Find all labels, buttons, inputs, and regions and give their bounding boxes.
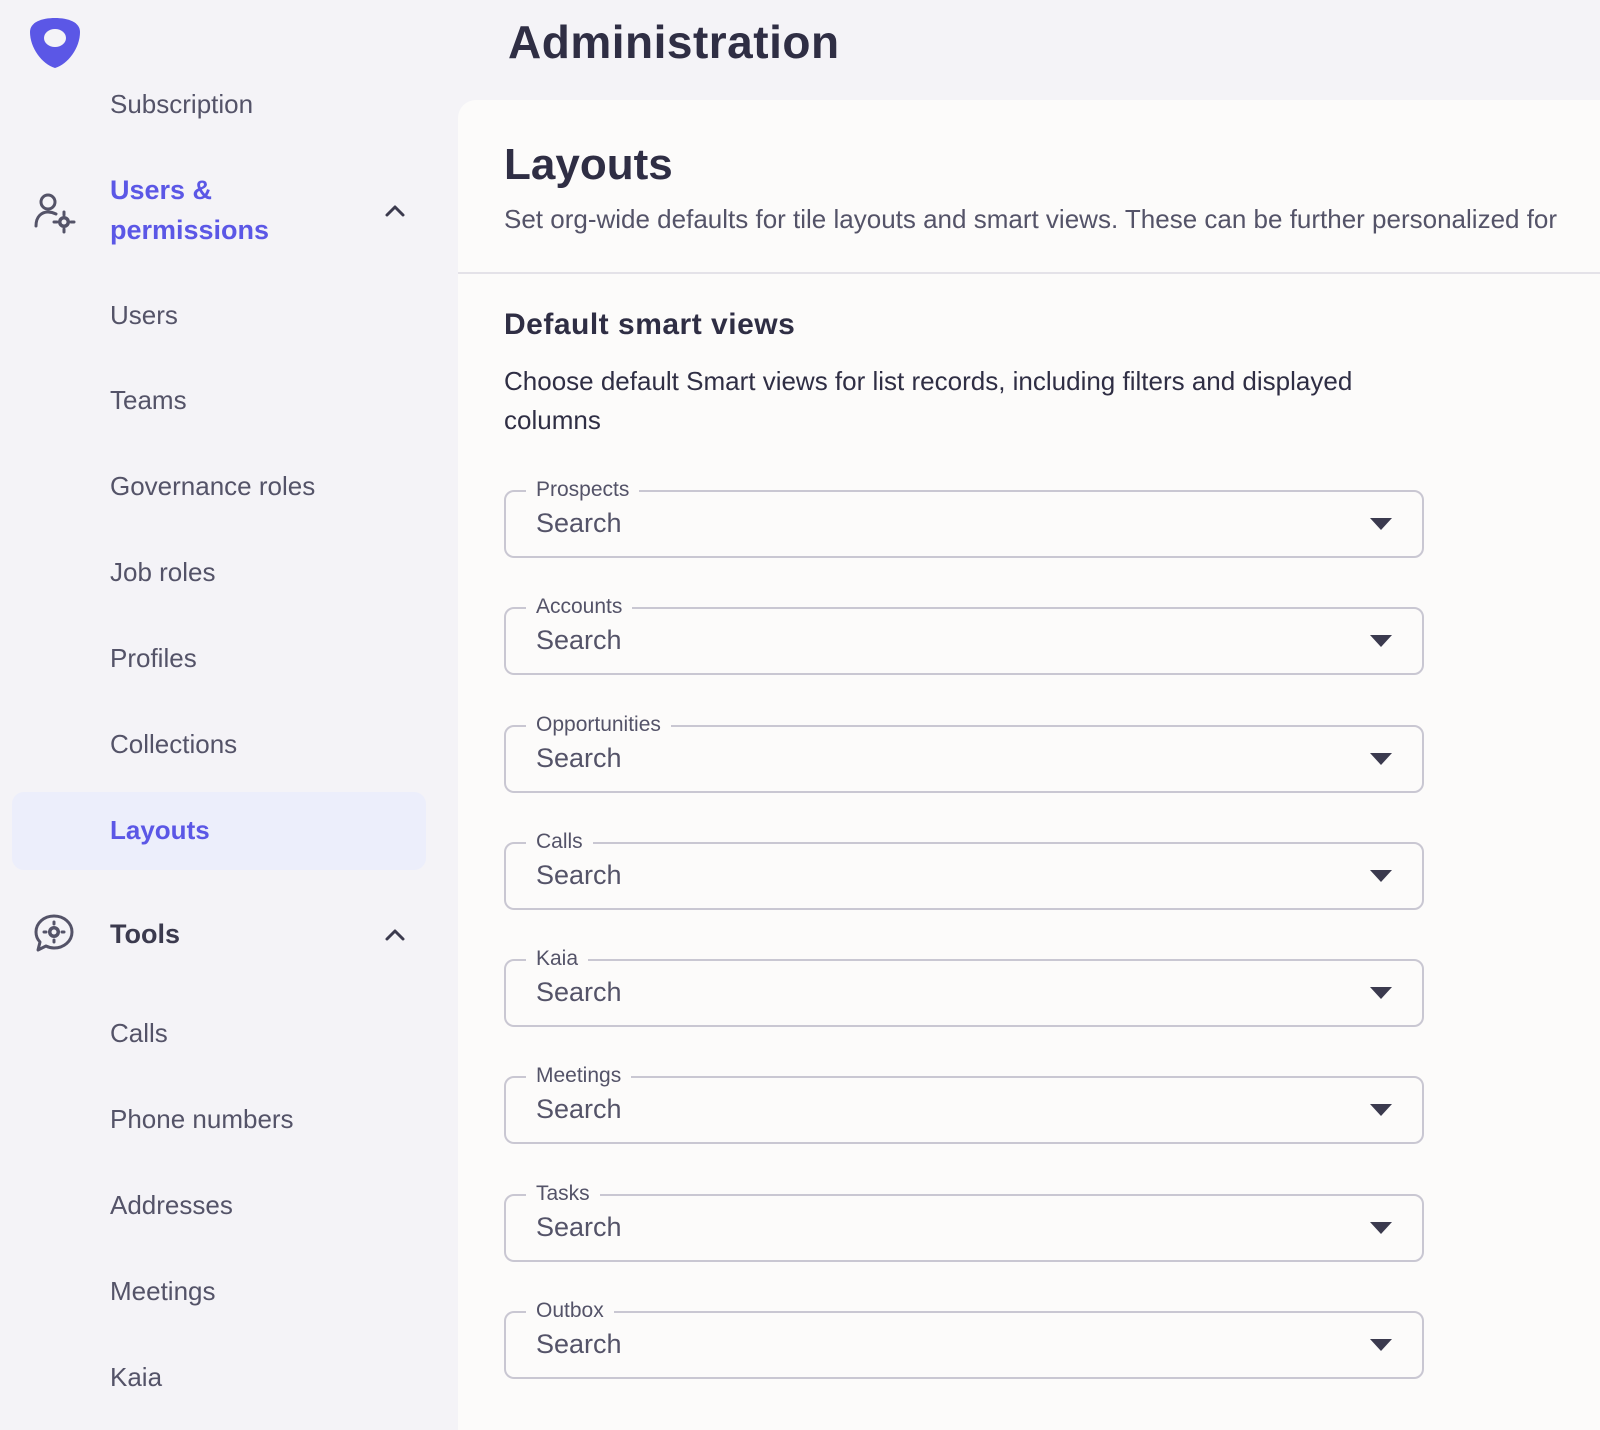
sidebar-item-calls[interactable]: Calls	[110, 1016, 168, 1050]
caret-down-icon[interactable]	[1370, 635, 1392, 647]
sidebar-item-addresses[interactable]: Addresses	[110, 1188, 233, 1222]
field-value: Search	[536, 743, 622, 773]
nav-group-label: Users &	[110, 175, 213, 205]
outbox-select[interactable]: Outbox Search	[504, 1299, 1424, 1379]
sidebar-item-meetings[interactable]: Meetings	[110, 1274, 216, 1308]
nav-group-tools[interactable]: Tools	[0, 910, 440, 960]
field-value: Search	[536, 1329, 622, 1359]
shield-logo-icon[interactable]	[28, 16, 82, 70]
field-value: Search	[536, 508, 622, 538]
opportunities-select[interactable]: Opportunities Search	[504, 713, 1424, 793]
chevron-up-icon[interactable]	[380, 920, 410, 950]
field-value: Search	[536, 977, 622, 1007]
sidebar: Subscription Users & permissions Users T…	[0, 0, 458, 1412]
sidebar-item-job-roles[interactable]: Job roles	[110, 555, 216, 589]
smart-views-description: Choose default Smart views for list reco…	[504, 366, 1353, 435]
caret-down-icon[interactable]	[1370, 987, 1392, 999]
field-value: Search	[536, 625, 622, 655]
sidebar-item-layouts[interactable]: Layouts	[110, 813, 210, 847]
layouts-card: Layouts Set org-wide defaults for tile l…	[458, 100, 1600, 1430]
sidebar-item-teams[interactable]: Teams	[110, 383, 187, 417]
accounts-select[interactable]: Accounts Search	[504, 595, 1424, 675]
prospects-select[interactable]: Prospects Search	[504, 478, 1424, 558]
field-label: Prospects	[526, 478, 640, 502]
sidebar-item-profiles[interactable]: Profiles	[110, 641, 197, 675]
field-label: Opportunities	[526, 713, 671, 737]
sidebar-item-kaia[interactable]: Kaia	[110, 1360, 162, 1394]
field-value: Search	[536, 1094, 622, 1124]
tasks-select[interactable]: Tasks Search	[504, 1182, 1424, 1262]
caret-down-icon[interactable]	[1370, 1339, 1392, 1351]
meetings-select[interactable]: Meetings Search	[504, 1064, 1424, 1144]
field-value: Search	[536, 860, 622, 890]
kaia-select[interactable]: Kaia Search	[504, 947, 1424, 1027]
sidebar-item-collections[interactable]: Collections	[110, 727, 237, 761]
caret-down-icon[interactable]	[1370, 753, 1392, 765]
sidebar-item-users[interactable]: Users	[110, 298, 178, 332]
sidebar-item-governance-roles[interactable]: Governance roles	[110, 469, 315, 503]
user-gear-icon	[34, 193, 76, 234]
sidebar-item-subscription[interactable]: Subscription	[110, 94, 253, 124]
nav-group-label: Tools	[110, 919, 180, 949]
sidebar-item-phone-numbers[interactable]: Phone numbers	[110, 1102, 294, 1136]
field-label: Meetings	[526, 1064, 632, 1088]
card-header: Layouts Set org-wide defaults for tile l…	[458, 100, 1600, 274]
active-item-highlight	[12, 792, 426, 870]
section-description: Set org-wide defaults for tile layouts a…	[504, 204, 1558, 234]
field-value: Search	[536, 1212, 622, 1242]
smart-views-heading: Default smart views	[504, 308, 796, 341]
page-title: Administration	[508, 16, 840, 68]
field-label: Tasks	[526, 1182, 600, 1206]
calls-select[interactable]: Calls Search	[504, 830, 1424, 910]
caret-down-icon[interactable]	[1370, 1222, 1392, 1234]
nav-group-users-permissions[interactable]: Users & permissions	[0, 170, 440, 256]
chevron-up-icon[interactable]	[380, 196, 410, 226]
field-label: Outbox	[526, 1299, 614, 1323]
section-heading: Layouts	[504, 140, 673, 189]
caret-down-icon[interactable]	[1370, 1104, 1392, 1116]
field-label: Calls	[526, 830, 593, 854]
field-label: Accounts	[526, 595, 633, 619]
caret-down-icon[interactable]	[1370, 518, 1392, 530]
chat-gear-icon	[34, 914, 74, 952]
field-label: Kaia	[526, 947, 589, 971]
nav-group-label-line2: permissions	[110, 215, 270, 245]
caret-down-icon[interactable]	[1370, 870, 1392, 882]
